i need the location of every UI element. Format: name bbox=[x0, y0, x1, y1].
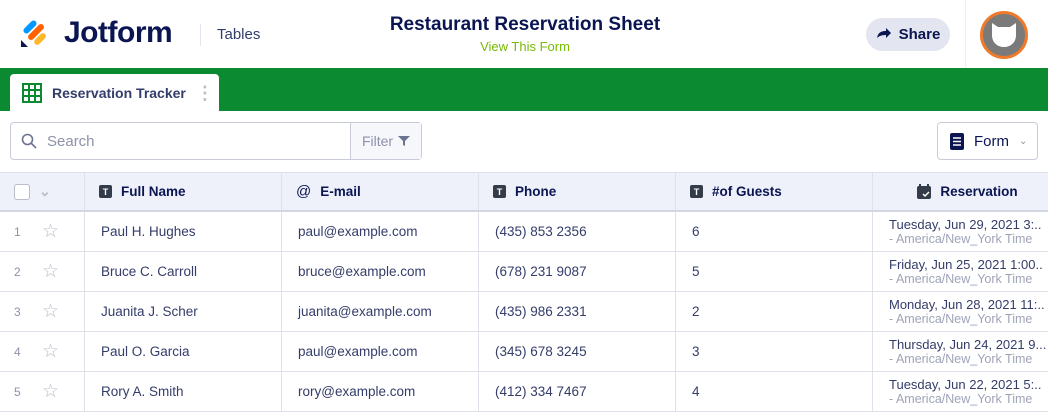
column-label: Phone bbox=[515, 184, 557, 199]
cell-full-name[interactable]: Rory A. Smith bbox=[85, 372, 282, 411]
cell-email[interactable]: rory@example.com bbox=[282, 372, 479, 411]
star-icon[interactable]: ☆ bbox=[42, 260, 59, 283]
brand-name: Jotform bbox=[64, 16, 173, 49]
at-icon: @ bbox=[296, 183, 312, 200]
share-button[interactable]: Share bbox=[866, 18, 950, 51]
cell-phone[interactable]: (435) 853 2356 bbox=[479, 212, 676, 251]
filter-label: Filter bbox=[361, 133, 394, 149]
column-header-guests[interactable]: T #of Guests bbox=[676, 173, 873, 210]
column-header-email[interactable]: @ E-mail bbox=[282, 173, 479, 210]
avatar-icon bbox=[992, 23, 1016, 47]
cell-guests[interactable]: 3 bbox=[676, 332, 873, 371]
star-icon[interactable]: ☆ bbox=[42, 340, 59, 363]
row-number: 5 bbox=[14, 384, 21, 399]
star-icon[interactable]: ☆ bbox=[42, 300, 59, 323]
table-header-row: ⌄ T Full Name @ E-mail T Phone T #of Guests … bbox=[0, 172, 1048, 212]
table-row[interactable]: 3 ☆ Juanita J. Scher juanita@example.com … bbox=[0, 292, 1048, 332]
reservation-date: Tuesday, Jun 22, 2021 5:.. bbox=[889, 377, 1042, 392]
jotform-logo-icon bbox=[21, 20, 46, 47]
reservation-timezone: - America/New_York Time bbox=[889, 352, 1033, 366]
share-arrow-icon bbox=[876, 26, 892, 43]
header-separator bbox=[965, 0, 966, 68]
user-avatar[interactable] bbox=[980, 11, 1028, 59]
reservation-date: Thursday, Jun 24, 2021 9... bbox=[889, 337, 1047, 352]
share-label: Share bbox=[898, 26, 941, 43]
column-label: E-mail bbox=[320, 184, 361, 199]
cell-phone[interactable]: (678) 231 9087 bbox=[479, 252, 676, 291]
view-form-link[interactable]: View This Form bbox=[360, 39, 690, 54]
tab-label: Reservation Tracker bbox=[52, 84, 186, 101]
column-label: Reservation bbox=[940, 184, 1018, 199]
jotform-logo[interactable]: Jotform bbox=[20, 16, 173, 50]
row-number: 3 bbox=[14, 304, 21, 319]
filter-button[interactable]: Filter bbox=[350, 123, 421, 159]
star-icon[interactable]: ☆ bbox=[42, 220, 59, 243]
form-view-button[interactable]: Form ⌄ bbox=[937, 122, 1038, 160]
reservation-date: Tuesday, Jun 29, 2021 3:.. bbox=[889, 217, 1042, 232]
reservation-timezone: - America/New_York Time bbox=[889, 232, 1033, 246]
cell-full-name[interactable]: Paul O. Garcia bbox=[85, 332, 282, 371]
cell-phone[interactable]: (435) 986 2331 bbox=[479, 292, 676, 331]
page-title: Restaurant Reservation Sheet bbox=[389, 14, 661, 35]
chevron-down-icon: ⌄ bbox=[1019, 135, 1028, 147]
search-input[interactable] bbox=[47, 132, 317, 150]
cell-phone[interactable]: (412) 334 7467 bbox=[479, 372, 676, 411]
star-icon[interactable]: ☆ bbox=[42, 380, 59, 403]
chevron-down-icon[interactable]: ⌄ bbox=[39, 183, 51, 200]
cell-email[interactable]: bruce@example.com bbox=[282, 252, 479, 291]
text-icon: T bbox=[99, 185, 112, 198]
reservation-timezone: - America/New_York Time bbox=[889, 312, 1033, 326]
cell-email[interactable]: paul@example.com bbox=[282, 332, 479, 371]
cell-reservation[interactable]: Tuesday, Jun 29, 2021 3:.. - America/New_… bbox=[873, 212, 1048, 251]
form-label: Form bbox=[974, 132, 1009, 150]
reservation-timezone: - America/New_York Time bbox=[889, 392, 1033, 406]
column-header-phone[interactable]: T Phone bbox=[479, 173, 676, 210]
reservation-date: Friday, Jun 25, 2021 1:00.. bbox=[889, 257, 1043, 272]
tab-more-icon[interactable]: ⋮ bbox=[196, 84, 214, 102]
data-table: ⌄ T Full Name @ E-mail T Phone T #of Guests … bbox=[0, 172, 1048, 412]
cell-full-name[interactable]: Bruce C. Carroll bbox=[85, 252, 282, 291]
cell-guests[interactable]: 6 bbox=[676, 212, 873, 251]
table-row[interactable]: 5 ☆ Rory A. Smith rory@example.com (412) … bbox=[0, 372, 1048, 412]
cell-guests[interactable]: 5 bbox=[676, 252, 873, 291]
cell-full-name[interactable]: Juanita J. Scher bbox=[85, 292, 282, 331]
table-grid-icon bbox=[22, 82, 42, 103]
filter-icon bbox=[398, 136, 411, 146]
cell-phone[interactable]: (345) 678 3245 bbox=[479, 332, 676, 371]
tab-reservation-tracker[interactable]: Reservation Tracker ⋮ bbox=[10, 74, 219, 111]
form-icon bbox=[950, 132, 964, 150]
column-label: Full Name bbox=[121, 184, 186, 199]
table-row[interactable]: 1 ☆ Paul H. Hughes paul@example.com (435)… bbox=[0, 212, 1048, 252]
text-icon: T bbox=[493, 185, 506, 198]
table-row[interactable]: 2 ☆ Bruce C. Carroll bruce@example.com (6… bbox=[0, 252, 1048, 292]
header-divider bbox=[200, 24, 201, 46]
cell-email[interactable]: paul@example.com bbox=[282, 212, 479, 251]
cell-reservation[interactable]: Friday, Jun 25, 2021 1:00.. - America/New… bbox=[873, 252, 1048, 291]
cell-reservation[interactable]: Tuesday, Jun 22, 2021 5:.. - America/New_… bbox=[873, 372, 1048, 411]
search-bar: Filter bbox=[10, 122, 422, 160]
reservation-date: Monday, Jun 28, 2021 11:.. bbox=[889, 297, 1045, 312]
cell-email[interactable]: juanita@example.com bbox=[282, 292, 479, 331]
app-header: Jotform Tables Restaurant Reservation Sh… bbox=[0, 0, 1048, 68]
table-row[interactable]: 4 ☆ Paul O. Garcia paul@example.com (345)… bbox=[0, 332, 1048, 372]
reservation-timezone: - America/New_York Time bbox=[889, 272, 1033, 286]
text-icon: T bbox=[690, 185, 703, 198]
cell-reservation[interactable]: Thursday, Jun 24, 2021 9... - America/New… bbox=[873, 332, 1048, 371]
calendar-icon bbox=[917, 184, 932, 199]
cell-guests[interactable]: 2 bbox=[676, 292, 873, 331]
cell-reservation[interactable]: Monday, Jun 28, 2021 11:.. - America/New_… bbox=[873, 292, 1048, 331]
row-number: 2 bbox=[14, 264, 21, 279]
row-number: 4 bbox=[14, 344, 21, 359]
row-number: 1 bbox=[14, 224, 21, 239]
column-label: #of Guests bbox=[712, 184, 782, 199]
select-all-checkbox[interactable] bbox=[14, 183, 30, 200]
cell-full-name[interactable]: Paul H. Hughes bbox=[85, 212, 282, 251]
search-icon bbox=[21, 133, 37, 149]
column-header-reservation[interactable]: Reservation bbox=[873, 173, 1048, 210]
cell-guests[interactable]: 4 bbox=[676, 372, 873, 411]
product-name: Tables bbox=[217, 26, 261, 43]
column-header-full-name[interactable]: T Full Name bbox=[85, 173, 282, 210]
